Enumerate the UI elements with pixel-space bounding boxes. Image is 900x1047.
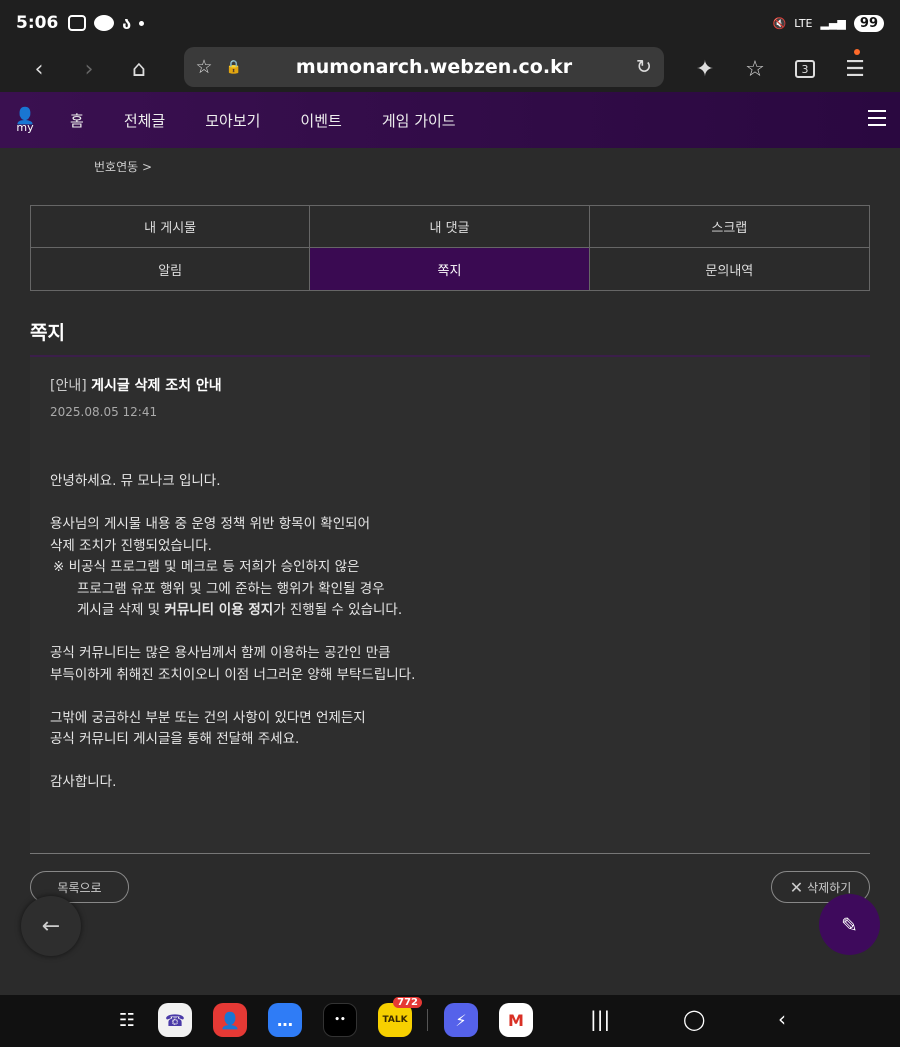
nav-item-all-posts[interactable]: 전체글 xyxy=(124,110,165,131)
kakaotalk-label: TALK xyxy=(382,1015,408,1025)
back-nav-icon[interactable]: ‹ xyxy=(778,1007,786,1031)
message-text: 가 진행될 수 있습니다. xyxy=(273,602,403,618)
mypage-tabs: 내 게시물 내 댓글 스크랩 알림 쪽지 문의내역 xyxy=(30,205,870,291)
home-icon[interactable]: ⌂ xyxy=(114,46,164,92)
message-line: 프로그램 유포 행위 및 그에 준하는 행위가 확인될 경우 xyxy=(77,580,385,597)
tab-messages[interactable]: 쪽지 xyxy=(310,248,590,290)
phone-link-link[interactable]: 번호연동 > xyxy=(94,158,152,175)
address-bar[interactable]: ☆ 🔒 mumonarch.webzen.co.kr ↻ xyxy=(184,47,664,87)
pencil-icon: ✎ xyxy=(841,912,858,937)
back-arrow-button[interactable]: ← xyxy=(21,896,81,956)
battery-level: 99 xyxy=(853,14,884,32)
divider xyxy=(30,853,870,854)
delete-label: 삭제하기 xyxy=(807,880,852,895)
message-date: 2025.08.05 12:41 xyxy=(50,405,158,419)
back-icon[interactable]: ‹ xyxy=(14,46,64,92)
recent-apps-icon[interactable]: ||| xyxy=(590,1007,610,1031)
message-text: 게시글 삭제 및 xyxy=(77,602,165,618)
message-line: 그밖에 궁금하신 부분 또는 건의 사항이 있다면 언제든지 xyxy=(50,709,366,726)
kakaotalk-app-icon[interactable]: TALK 772 xyxy=(378,997,422,1037)
android-dock: ☷ ☎ 👤 … •• TALK 772 ⚡ M ||| ◯ ‹ xyxy=(0,995,900,1047)
messages-app-icon[interactable]: … xyxy=(268,1003,302,1037)
arrow-left-icon: ← xyxy=(41,913,61,939)
tab-count: 3 xyxy=(795,60,815,78)
message-notice-line: ※ 비공식 프로그램 및 메크로 등 저희가 승인하지 않은 xyxy=(53,559,360,575)
browser-menu-icon[interactable]: ☰ xyxy=(830,46,880,92)
tab-scrap[interactable]: 스크랩 xyxy=(589,206,869,248)
message-line: 삭제 조치가 진행되었습니다. xyxy=(50,537,212,554)
kakaotalk-badge: 772 xyxy=(393,997,422,1008)
site-nav: 👤 my 홈 전체글 모아보기 이벤트 게임 가이드 xyxy=(0,92,900,148)
message-subject: 게시글 삭제 조치 안내 xyxy=(91,378,222,394)
message-line: 게시글 삭제 및 커뮤니티 이용 정지가 진행될 수 있습니다. xyxy=(50,600,850,622)
nav-item-events[interactable]: 이벤트 xyxy=(300,110,341,131)
message-line: 공식 커뮤니티는 많은 용사님께서 함께 이용하는 공간인 만큼 xyxy=(50,645,391,661)
nav-item-game-guide[interactable]: 게임 가이드 xyxy=(382,110,456,131)
home-nav-icon[interactable]: ◯ xyxy=(683,1007,705,1031)
message-closing: 감사합니다. xyxy=(50,774,117,790)
message-line: 용사님의 게시물 내용 중 운영 정책 위반 항목이 확인되어 xyxy=(50,516,370,532)
tab-my-posts[interactable]: 내 게시물 xyxy=(31,206,311,248)
app-drawer-icon[interactable]: ☷ xyxy=(110,1003,144,1037)
status-bar: 5:06 ა 🔇 LTE ▂▄▆ 99 xyxy=(0,0,900,46)
gmail-app-icon[interactable]: M xyxy=(499,1003,533,1037)
message-view: [안내] 게시글 삭제 조치 안내 2025.08.05 12:41 안녕하세요… xyxy=(30,357,870,854)
message-body: 안녕하세요. 뮤 모나크 입니다. 용사님의 게시물 내용 중 운영 정책 위반… xyxy=(50,471,850,815)
app-icon[interactable]: •• xyxy=(323,1003,357,1037)
menu-update-dot xyxy=(854,49,860,55)
reload-icon[interactable]: ↻ xyxy=(624,56,664,78)
close-icon: ✕ xyxy=(789,877,804,897)
contacts-app-icon[interactable]: 👤 xyxy=(213,1003,247,1037)
mute-icon: 🔇 xyxy=(772,16,787,30)
my-label: my xyxy=(16,121,34,134)
url-text[interactable]: mumonarch.webzen.co.kr xyxy=(244,56,624,78)
message-title: [안내] 게시글 삭제 조치 안내 xyxy=(50,375,222,395)
page-title: 쪽지 xyxy=(30,322,65,344)
kakaotalk-notification-icon xyxy=(94,15,115,31)
network-label: LTE xyxy=(794,16,813,30)
message-tag: [안내] xyxy=(50,378,87,394)
ai-sparkle-icon[interactable]: ✦ xyxy=(680,46,730,92)
write-button[interactable]: ✎ xyxy=(819,894,880,955)
message-greeting: 안녕하세요. 뮤 모나크 입니다. xyxy=(50,473,221,489)
nav-item-collection[interactable]: 모아보기 xyxy=(205,110,260,131)
status-time: 5:06 xyxy=(16,13,59,33)
bookmark-star-icon[interactable]: ☆ xyxy=(184,56,224,78)
dock-divider xyxy=(427,1009,428,1031)
notification-icon: ა xyxy=(122,13,132,33)
phone-app-icon[interactable]: ☎ xyxy=(158,1003,192,1037)
message-line: 부득이하게 취해진 조치이오니 이점 너그러운 양해 부탁드립니다. xyxy=(50,666,416,683)
signal-icon: ▂▄▆ xyxy=(820,16,846,30)
more-notifications-icon xyxy=(139,20,145,26)
tab-my-comments[interactable]: 내 댓글 xyxy=(310,206,590,248)
browser-toolbar: ‹ › ⌂ ☆ 🔒 mumonarch.webzen.co.kr ↻ ✦ ☆ 3… xyxy=(0,46,900,92)
screenshot-icon xyxy=(68,15,87,31)
bookmarks-icon[interactable]: ☆ xyxy=(730,46,780,92)
message-line: 공식 커뮤니티 게시글을 통해 전달해 주세요. xyxy=(50,731,300,747)
forward-icon[interactable]: › xyxy=(64,46,114,92)
browser-app-icon[interactable]: ⚡ xyxy=(444,1003,478,1037)
my-button[interactable]: 👤 my xyxy=(0,106,50,134)
hamburger-menu-icon[interactable] xyxy=(868,110,886,131)
lock-icon: 🔒 xyxy=(225,59,243,75)
message-emphasis: 커뮤니티 이용 정지 xyxy=(164,602,274,618)
tabs-button[interactable]: 3 xyxy=(780,46,830,92)
nav-item-home[interactable]: 홈 xyxy=(70,110,84,131)
tab-inquiries[interactable]: 문의내역 xyxy=(590,248,869,290)
tab-notifications[interactable]: 알림 xyxy=(31,248,311,290)
